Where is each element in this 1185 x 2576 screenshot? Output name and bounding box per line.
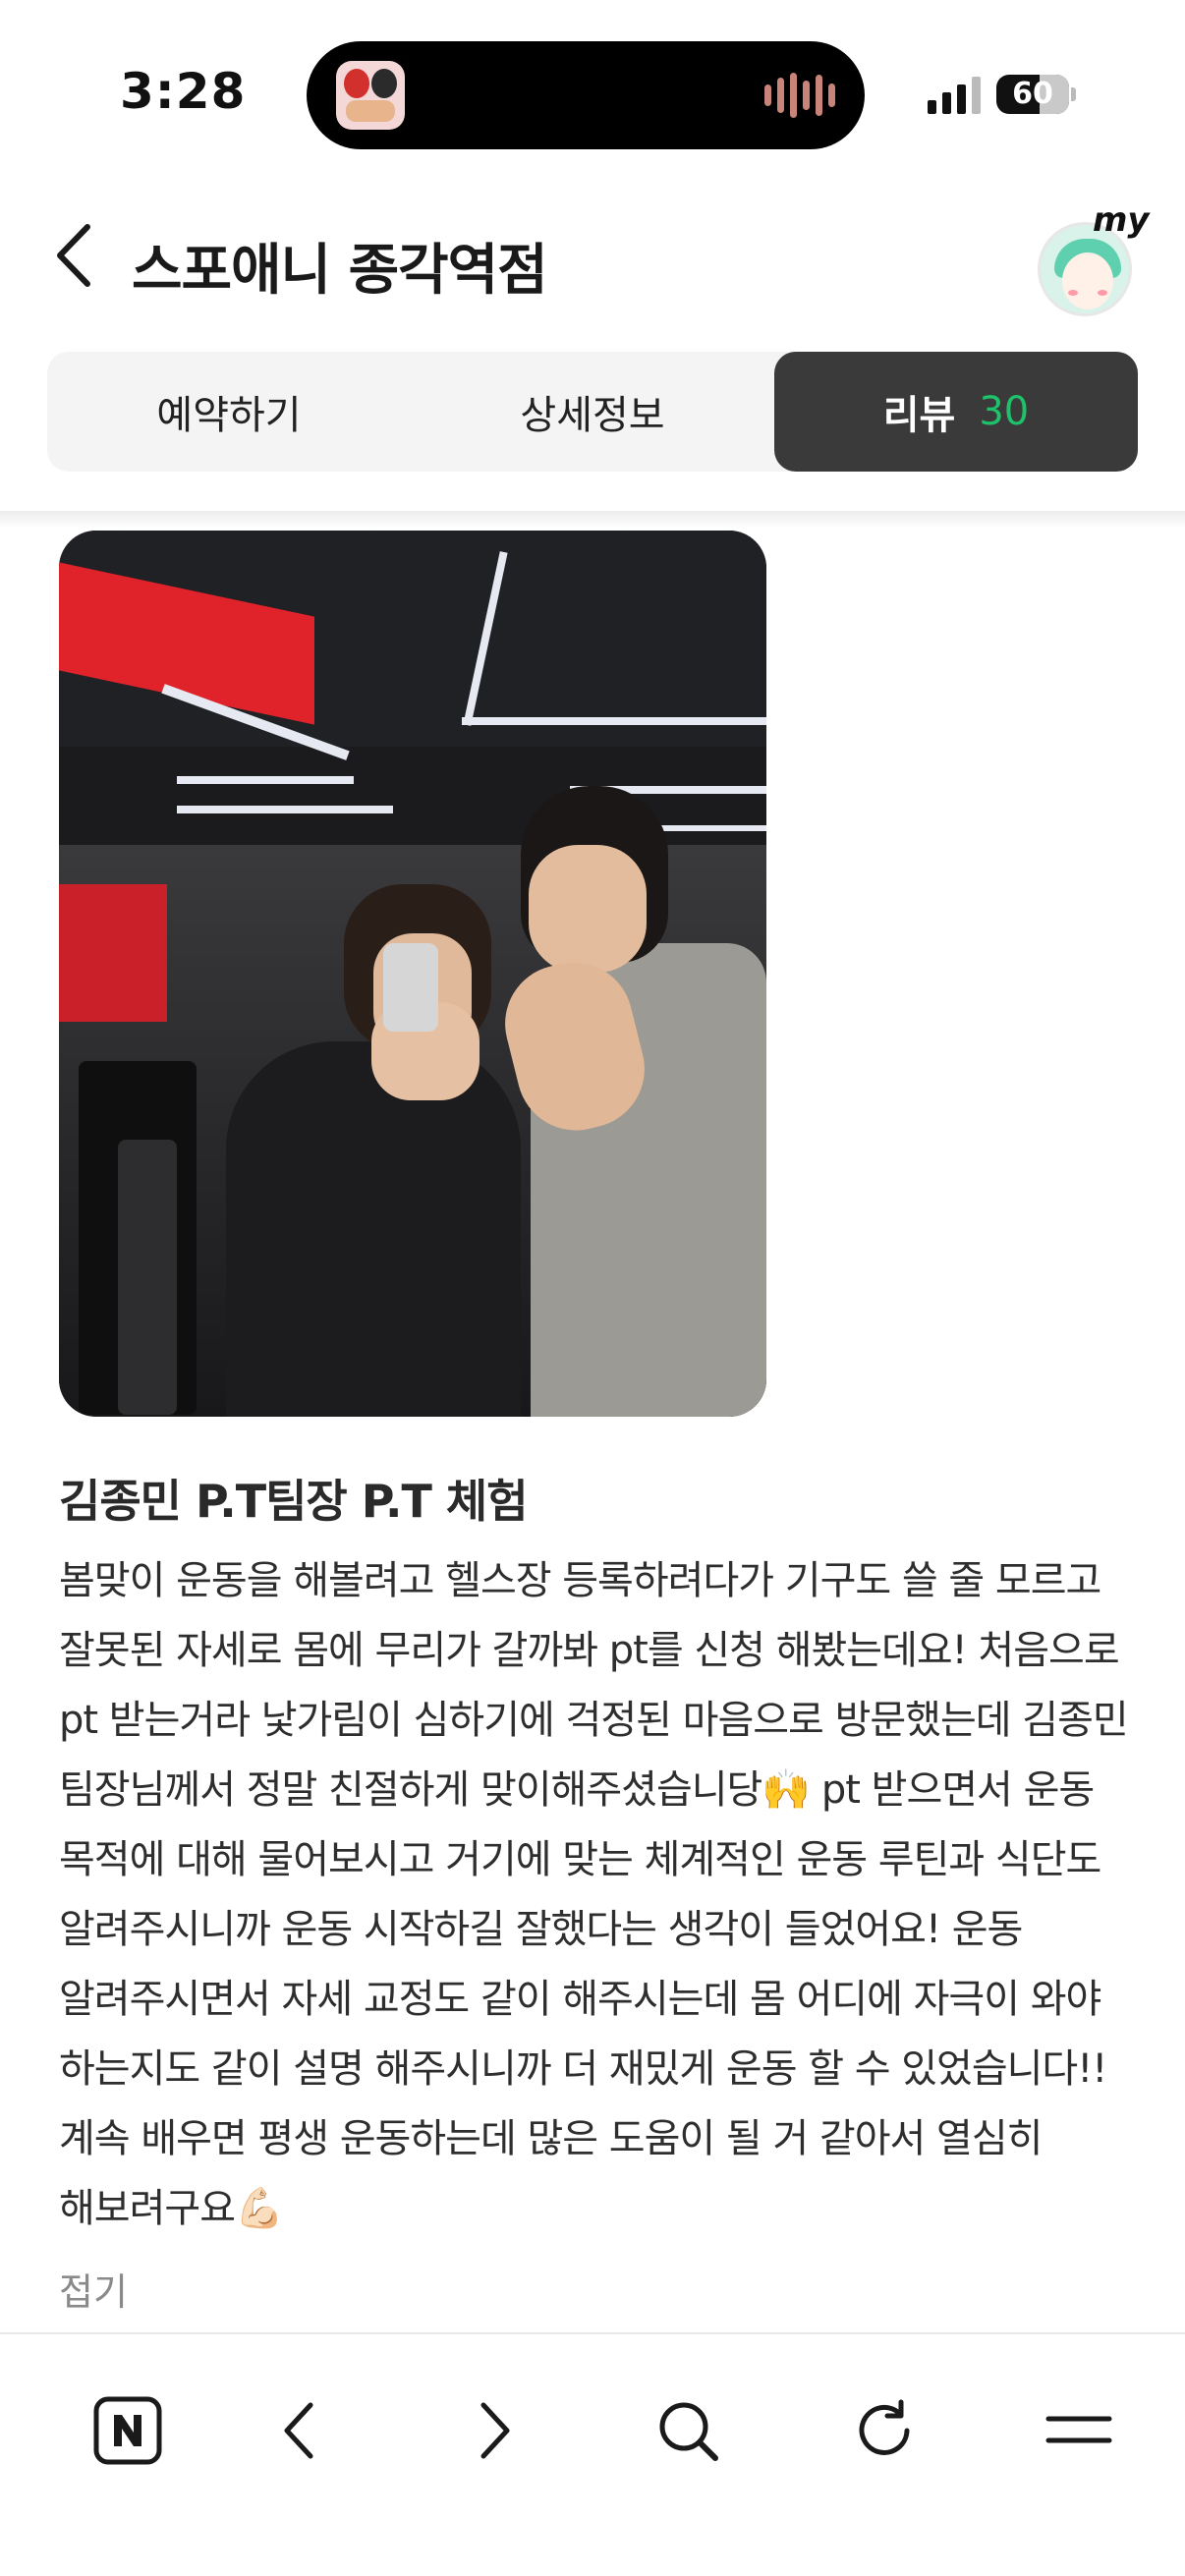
search-icon — [659, 2402, 718, 2461]
forward-nav-button[interactable] — [446, 2381, 544, 2480]
naver-n-icon — [93, 2396, 162, 2465]
header-divider — [0, 511, 1185, 529]
status-bar: 3:28 60 — [0, 0, 1185, 187]
menu-button[interactable] — [1030, 2381, 1128, 2480]
refresh-icon — [859, 2399, 910, 2455]
audio-waveform-icon — [764, 73, 835, 118]
tab-details[interactable]: 상세정보 — [411, 352, 774, 472]
battery-tip — [1071, 87, 1076, 101]
review-count-badge: 30 — [979, 389, 1030, 434]
forward-arrow-icon — [480, 2402, 510, 2459]
page-header: 스포애니 종각역점 my — [0, 187, 1185, 329]
status-time: 3:28 — [120, 63, 247, 120]
back-arrow-icon — [284, 2402, 313, 2459]
search-button[interactable] — [639, 2381, 737, 2480]
battery-icon: 60 — [996, 75, 1069, 114]
dynamic-island — [307, 41, 865, 149]
tab-reservation[interactable]: 예약하기 — [47, 352, 411, 472]
page-title: 스포애니 종각역점 — [132, 239, 548, 303]
tab-reviews[interactable]: 리뷰 30 — [774, 352, 1138, 472]
back-nav-button[interactable] — [250, 2381, 348, 2480]
refresh-button[interactable] — [835, 2381, 933, 2480]
my-profile-button[interactable]: my — [1036, 200, 1150, 316]
review-title: 김종민 P.T팀장 P.T 체험 — [59, 1475, 529, 1528]
now-playing-app-icon — [336, 61, 405, 130]
battery-level: 60 — [1012, 77, 1053, 111]
cellular-signal-icon — [928, 77, 981, 114]
tab-bar: 예약하기 상세정보 리뷰 30 — [47, 352, 1138, 472]
collapse-button[interactable]: 접기 — [59, 2262, 128, 2316]
back-button[interactable] — [39, 216, 108, 295]
home-button[interactable] — [79, 2381, 177, 2480]
my-label: my — [1093, 200, 1150, 240]
review-photo[interactable] — [59, 531, 766, 1417]
menu-icon — [1045, 2416, 1112, 2443]
browser-toolbar — [0, 2332, 1185, 2576]
chevron-left-icon — [57, 224, 90, 287]
tab-reviews-label: 리뷰 — [882, 393, 956, 438]
review-body: 봄맞이 운동을 해볼려고 헬스장 등록하려다가 기구도 쓸 줄 모르고 잘못된 … — [59, 1558, 1129, 2231]
